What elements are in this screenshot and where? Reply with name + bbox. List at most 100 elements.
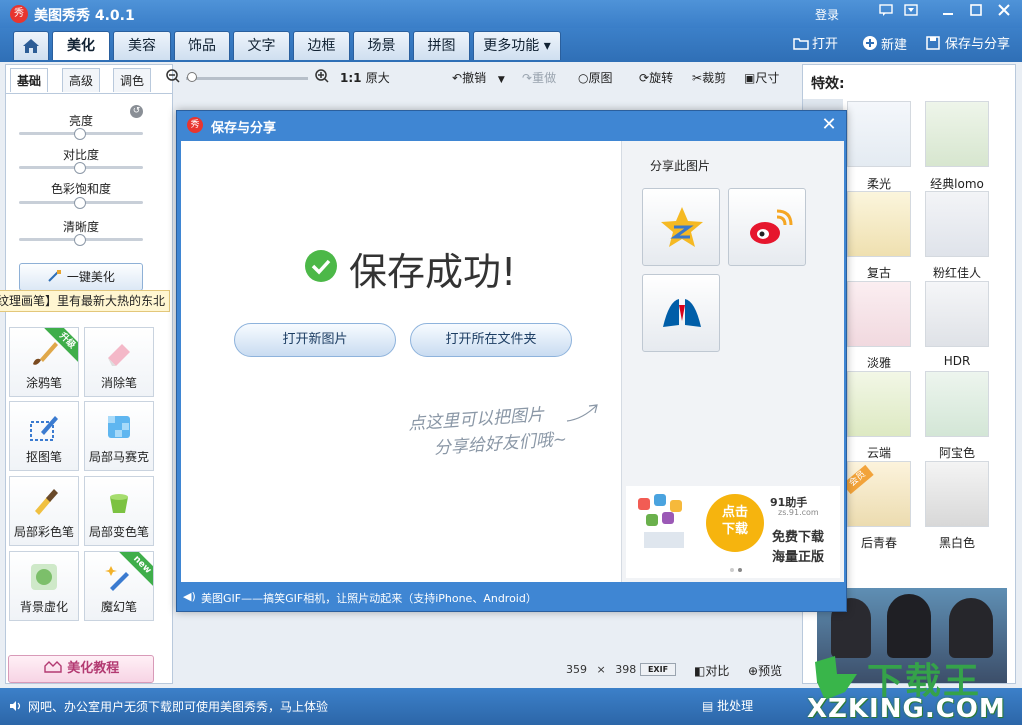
rotate-button[interactable]: ⟳旋转 (639, 69, 673, 87)
tab-face[interactable]: 美容 (113, 31, 171, 60)
download-ad-banner[interactable]: 点击 下载 91助手 zs.91.com 免费下载 海量正版 (626, 486, 840, 578)
zoom-slider[interactable] (186, 77, 308, 80)
tab-accessories[interactable]: 饰品 (174, 31, 230, 60)
carousel-dot-active[interactable] (738, 568, 742, 572)
effect-youth-label[interactable]: 后青春 (844, 534, 914, 551)
effect-pink-lady-thumb[interactable] (925, 191, 989, 257)
actual-size-button[interactable]: 1:1 原大 (340, 69, 390, 87)
login-link[interactable]: 登录 (815, 6, 839, 23)
sharpness-label: 清晰度 (62, 220, 99, 234)
compare-button[interactable]: ◧对比 (694, 662, 729, 679)
open-new-image-button[interactable]: 打开新图片 (234, 323, 396, 357)
magic-pen-label: 魔幻笔 (100, 600, 137, 614)
app-logo-icon: 秀 (10, 5, 28, 23)
effect-cloud-thumb[interactable] (847, 371, 911, 437)
eraser-pen-tool[interactable]: 消除笔 (84, 327, 154, 397)
effect-black-white-thumb[interactable] (925, 461, 989, 527)
exif-button[interactable]: EXIF (640, 663, 676, 676)
local-recolor-pen-tool[interactable]: 局部变色笔 (84, 476, 154, 546)
batch-icon: ▤ (702, 699, 718, 713)
effect-elegant-label[interactable]: 淡雅 (844, 354, 914, 371)
effect-classic-lomo-thumb[interactable] (925, 101, 989, 167)
dialog-logo-icon: 秀 (187, 117, 203, 133)
preview-label: 预览 (758, 664, 783, 678)
skin-menu-icon[interactable] (901, 4, 921, 22)
tab-color-tone[interactable]: 调色 (113, 68, 151, 92)
one-key-beautify-button[interactable]: 一键美化 (19, 263, 143, 291)
effect-elegant-thumb[interactable] (847, 281, 911, 347)
magic-pen-tool[interactable]: 魔幻笔 new (84, 551, 154, 621)
ad-line-2: 海量正版 (772, 550, 825, 565)
effect-hdr-label[interactable]: HDR (922, 354, 992, 368)
tab-basic[interactable]: 基础 (10, 68, 48, 92)
dialog-title-bar[interactable]: 秀 保存与分享 ✕ (177, 111, 846, 139)
undo-label: 撤销 (462, 71, 487, 85)
save-share-button[interactable]: 保存与分享 (926, 35, 1010, 55)
beautify-tutorial-button[interactable]: 美化教程 (8, 655, 154, 683)
effect-abao-label[interactable]: 阿宝色 (922, 444, 992, 461)
renren-icon (663, 299, 701, 327)
effect-classic-lomo-label[interactable]: 经典lomo (922, 175, 992, 192)
tab-advanced[interactable]: 高级 (62, 68, 100, 92)
undo-dropdown-icon[interactable]: ▼ (498, 75, 505, 85)
open-folder-button[interactable]: 打开所在文件夹 (410, 323, 572, 357)
ad-person-2 (887, 594, 931, 658)
share-renren-button[interactable] (642, 274, 720, 352)
doodle-pen-tool[interactable]: 涂鸦笔 升级 (9, 327, 79, 397)
tab-beautify[interactable]: 美化 (52, 31, 110, 60)
effect-retro-thumb[interactable] (847, 191, 911, 257)
zoom-in-icon[interactable] (315, 69, 329, 87)
cutout-pen-tool[interactable]: 抠图笔 (9, 401, 79, 471)
tab-scene[interactable]: 场景 (353, 31, 410, 60)
saturation-knob[interactable] (74, 197, 86, 209)
dialog-close-icon[interactable]: ✕ (819, 115, 839, 135)
zoom-out-icon[interactable] (166, 69, 180, 87)
original-button[interactable]: ○原图 (578, 69, 613, 87)
footer-promo-text: 美图GIF——搞笑GIF相机，让照片动起来（支持iPhone、Android） (201, 592, 537, 605)
tip-banner[interactable]: 纹理画笔】里有最新大热的东北 (0, 290, 170, 312)
cutout-pen-label: 抠图笔 (25, 450, 62, 464)
local-mosaic-tool[interactable]: 局部马赛克 (84, 401, 154, 471)
effect-abao-thumb[interactable] (925, 371, 989, 437)
sharpness-knob[interactable] (74, 234, 86, 246)
minimize-icon[interactable] (938, 4, 958, 22)
tab-more-features[interactable]: 更多功能 ▾ (473, 31, 561, 60)
contrast-label: 对比度 (62, 148, 99, 162)
tab-text[interactable]: 文字 (233, 31, 290, 60)
main-tab-bar: 美化 美容 饰品 文字 边框 场景 拼图 更多功能 ▾ 打开 新建 保存与分享 (0, 28, 1022, 62)
undo-button[interactable]: ↶撤销 ▼ (452, 69, 505, 87)
share-weibo-button[interactable] (728, 188, 806, 266)
effect-cloud-label[interactable]: 云端 (844, 444, 914, 461)
effect-pink-lady-label[interactable]: 粉红佳人 (922, 264, 992, 281)
new-button[interactable]: 新建 (862, 35, 907, 55)
tab-frame[interactable]: 边框 (293, 31, 350, 60)
image-height: 398 (615, 663, 637, 676)
effect-soft-light-label[interactable]: 柔光 (844, 175, 914, 192)
status-promo-text[interactable]: 网吧、办公室用户无须下载即可使用美图秀秀，马上体验 (28, 698, 328, 715)
carousel-dot[interactable] (730, 568, 734, 572)
local-recolor-pen-label: 局部变色笔 (88, 525, 149, 539)
preview-button[interactable]: ⊕预览 (748, 662, 782, 679)
close-window-icon[interactable] (994, 4, 1014, 22)
effect-soft-light-thumb[interactable] (847, 101, 911, 167)
contrast-knob[interactable] (74, 162, 86, 174)
effect-retro-label[interactable]: 复古 (844, 264, 914, 281)
brightness-knob[interactable] (74, 128, 86, 140)
open-button[interactable]: 打开 (793, 35, 838, 55)
home-tab[interactable] (13, 31, 49, 60)
effect-black-white-label[interactable]: 黑白色 (922, 534, 992, 551)
tab-collage[interactable]: 拼图 (413, 31, 470, 60)
effect-hdr-thumb[interactable] (925, 281, 989, 347)
crop-button[interactable]: ✂裁剪 (692, 69, 726, 87)
maximize-icon[interactable] (966, 4, 986, 22)
redo-button[interactable]: ↷重做 (522, 69, 556, 87)
click-download-button[interactable]: 点击 下载 (706, 494, 764, 552)
feedback-icon[interactable] (876, 4, 896, 22)
background-blur-tool[interactable]: 背景虚化 (9, 551, 79, 621)
resize-button[interactable]: ▣尺寸 (744, 69, 779, 87)
dialog-footer[interactable]: ◀) 美图GIF——搞笑GIF相机，让照片动起来（支持iPhone、Androi… (177, 583, 846, 611)
zoom-slider-knob[interactable] (187, 72, 197, 82)
share-qzone-button[interactable] (642, 188, 720, 266)
batch-process-button[interactable]: ▤ 批处理 (702, 697, 753, 714)
local-color-pen-tool[interactable]: 局部彩色笔 (9, 476, 79, 546)
